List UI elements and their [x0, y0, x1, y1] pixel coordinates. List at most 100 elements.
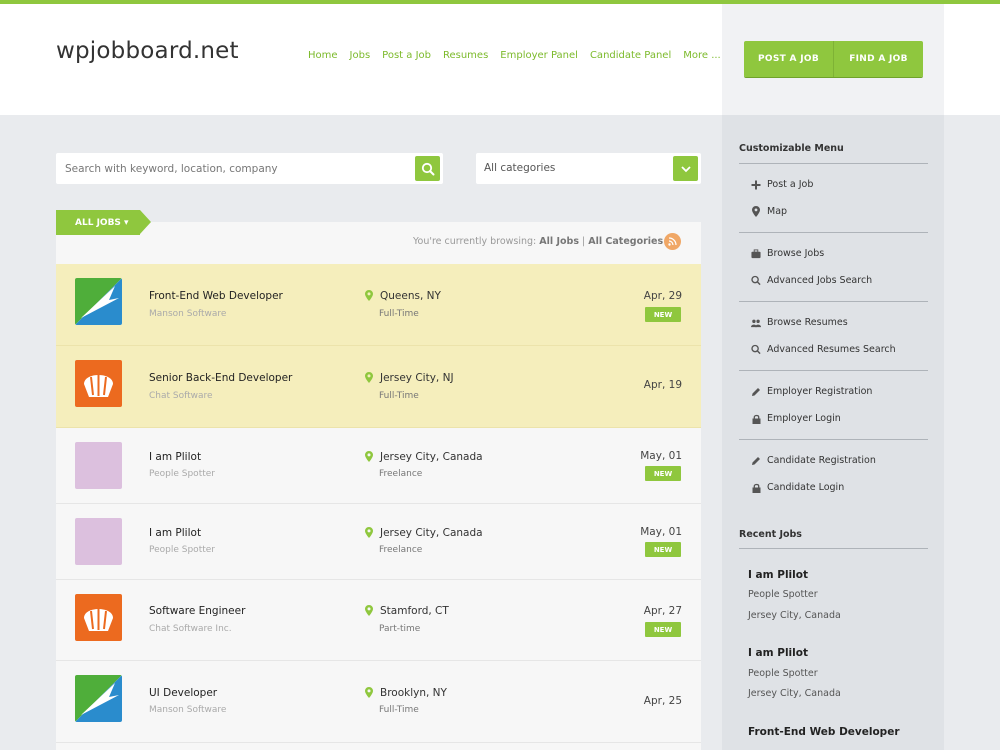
job-row[interactable]: I am Plilot People Spotter Jersey City, …	[56, 428, 701, 504]
job-type: Full-Time	[379, 309, 419, 319]
new-badge: NEW	[645, 622, 681, 637]
recent-job-title[interactable]: Front-End Web Developer	[748, 726, 900, 738]
divider	[739, 439, 928, 440]
new-badge: NEW	[645, 307, 681, 322]
search-button[interactable]	[415, 156, 440, 181]
sidebar-item-label: Advanced Jobs Search	[767, 275, 873, 286]
sidebar-item-employer-registration[interactable]: Employer Registration	[751, 386, 872, 397]
job-title[interactable]: Software Engineer	[149, 605, 245, 617]
pencil-icon	[751, 456, 761, 466]
category-select[interactable]: All categories	[476, 153, 701, 184]
category-value: All categories	[484, 162, 556, 174]
job-row[interactable]: I am Plilot People Spotter Jersey City, …	[56, 504, 701, 580]
recent-job-title[interactable]: I am Plilot	[748, 647, 808, 659]
job-location: Jersey City, Canada	[380, 451, 483, 463]
job-type: Part-time	[379, 624, 421, 634]
nav-home[interactable]: Home	[308, 50, 338, 61]
sidebar-item-label: Employer Registration	[767, 386, 873, 397]
sidebar-item-browse-resumes[interactable]: Browse Resumes	[751, 317, 848, 328]
job-row[interactable]: Front-End Web Developer Manson Software …	[56, 264, 701, 346]
job-title[interactable]: Senior Back-End Developer	[149, 372, 292, 384]
job-title[interactable]: I am Plilot	[149, 451, 201, 463]
job-location: Jersey City, NJ	[380, 372, 454, 384]
lock-icon	[751, 414, 761, 424]
job-row[interactable]: UI Developer Manson Software Brooklyn, N…	[56, 661, 701, 743]
job-row[interactable]: Software Engineer Chat Software Inc. Sta…	[56, 580, 701, 661]
search-icon	[421, 162, 434, 175]
nav-resumes[interactable]: Resumes	[443, 50, 488, 61]
nav-post-a-job[interactable]: Post a Job	[382, 50, 431, 61]
location-pin-icon	[365, 372, 373, 383]
job-date: May, 01	[640, 526, 682, 538]
sidebar-item-map[interactable]: Map	[751, 206, 787, 217]
nav-employer-panel[interactable]: Employer Panel	[500, 50, 578, 61]
map-marker-icon	[751, 206, 761, 217]
recent-job-company: People Spotter	[748, 589, 818, 600]
sidebar-item-browse-jobs[interactable]: Browse Jobs	[751, 248, 824, 259]
browsing-categories-link[interactable]: All Categories	[588, 236, 663, 247]
job-title[interactable]: Front-End Web Developer	[149, 290, 283, 302]
nav-more[interactable]: More ...	[683, 50, 721, 61]
job-location: Jersey City, Canada	[380, 527, 483, 539]
sidebar-item-employer-login[interactable]: Employer Login	[751, 413, 841, 424]
job-company: Chat Software	[149, 391, 213, 401]
sidebar-item-post-a-job[interactable]: Post a Job	[751, 179, 813, 190]
location-pin-icon	[365, 451, 373, 462]
sidebar-item-label: Map	[767, 206, 788, 217]
divider	[739, 232, 928, 233]
job-date: Apr, 25	[643, 695, 682, 707]
plus-icon	[751, 180, 761, 190]
browsing-info: You're currently browsing: All Jobs | Al…	[413, 236, 663, 247]
users-icon	[751, 318, 761, 328]
rss-button[interactable]	[664, 233, 681, 250]
browsing-jobs-link[interactable]: All Jobs	[539, 236, 579, 247]
sidebar-item-label: Browse Jobs	[767, 248, 825, 259]
recent-job-location: Jersey City, Canada	[748, 610, 841, 621]
job-title[interactable]: UI Developer	[149, 687, 217, 699]
sidebar-item-candidate-login[interactable]: Candidate Login	[751, 482, 844, 493]
divider	[739, 548, 928, 549]
search-icon	[751, 344, 761, 355]
company-logo-chat	[75, 360, 122, 407]
search-input[interactable]: Search with keyword, location, company	[65, 163, 278, 175]
post-a-job-button[interactable]: POST A JOB	[744, 41, 833, 77]
sidebar-background	[722, 4, 944, 750]
location-pin-icon	[365, 687, 373, 698]
nav-jobs[interactable]: Jobs	[350, 50, 371, 61]
pencil-icon	[751, 387, 761, 397]
sidebar-item-label: Browse Resumes	[767, 317, 848, 328]
company-logo-chat	[75, 594, 122, 641]
rss-icon	[668, 237, 677, 246]
search-bar: Search with keyword, location, company	[56, 153, 443, 184]
job-location: Brooklyn, NY	[380, 687, 447, 699]
location-pin-icon	[365, 527, 373, 538]
recent-job-location: Jersey City, Canada	[748, 688, 841, 699]
all-jobs-tab[interactable]: ALL JOBS ▾	[56, 210, 151, 235]
find-a-job-button[interactable]: FIND A JOB	[833, 41, 923, 77]
company-logo-placeholder	[75, 518, 122, 565]
job-type: Freelance	[379, 545, 423, 555]
job-type: Full-Time	[379, 705, 419, 715]
recent-job-title[interactable]: I am Plilot	[748, 569, 808, 581]
job-date: May, 01	[640, 450, 682, 462]
sidebar-item-label: Candidate Registration	[767, 455, 876, 466]
job-company: Chat Software Inc.	[149, 624, 232, 634]
location-pin-icon	[365, 290, 373, 301]
new-badge: NEW	[645, 466, 681, 481]
nav-candidate-panel[interactable]: Candidate Panel	[590, 50, 671, 61]
job-title[interactable]: I am Plilot	[149, 527, 201, 539]
chevron-down-icon	[680, 165, 691, 172]
company-logo-placeholder	[75, 442, 122, 489]
header-button-group: POST A JOB FIND A JOB	[744, 41, 923, 77]
sidebar-item-label: Post a Job	[767, 179, 814, 190]
category-dropdown-button[interactable]	[673, 156, 698, 181]
job-company: People Spotter	[149, 545, 215, 555]
sidebar-item-candidate-registration[interactable]: Candidate Registration	[751, 455, 876, 466]
new-badge: NEW	[645, 542, 681, 557]
site-logo[interactable]: wpjobboard.net	[56, 38, 239, 64]
job-date: Apr, 29	[643, 290, 682, 302]
job-row[interactable]: Senior Back-End Developer Chat Software …	[56, 346, 701, 428]
sidebar-item-advanced-jobs-search[interactable]: Advanced Jobs Search	[751, 275, 872, 286]
job-type: Freelance	[379, 469, 423, 479]
sidebar-item-advanced-resumes-search[interactable]: Advanced Resumes Search	[751, 344, 896, 355]
